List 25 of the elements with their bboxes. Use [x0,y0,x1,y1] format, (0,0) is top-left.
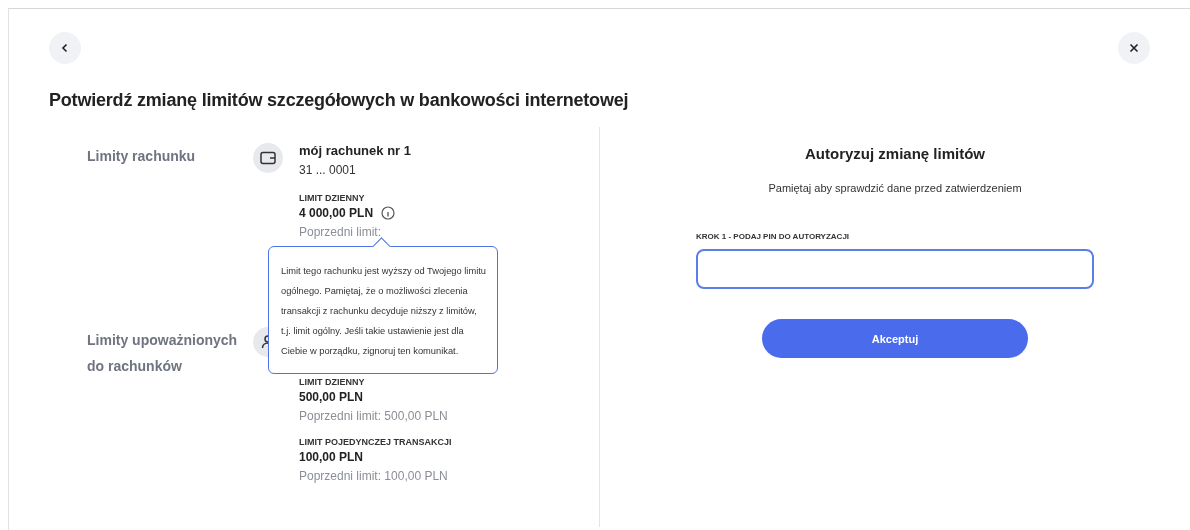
limit-amount: 500,00 PLN [299,390,364,404]
chevron-left-icon [60,43,70,53]
auth-title: Autoryzuj zmianę limitów [805,145,985,162]
limit-name: LIMIT DZIENNY [299,193,366,203]
info-icon[interactable] [381,206,396,220]
previous-limit: Poprzedni limit: [299,225,383,239]
back-button[interactable] [49,32,81,64]
section-label: Limity rachunku [86,147,197,166]
previous-limit: Poprzedni limit: 100,00 PLN [299,469,449,483]
close-button[interactable] [1118,32,1150,64]
limit-amount: 100,00 PLN [299,450,364,464]
previous-limit: Poprzedni limit: 500,00 PLN [299,409,449,423]
account-name: mój rachunek nr 1 [299,143,411,158]
limit-amount: 4 000,00 PLN [299,206,374,220]
section-label: Limity upoważnionych do rachunków [86,331,239,376]
accept-button[interactable]: Akceptuj [762,319,1028,358]
limit-name: LIMIT DZIENNY [299,377,366,387]
field-label: KROK 1 - PODAJ PIN DO AUTORYZACJI [696,232,851,241]
close-icon [1129,43,1139,53]
limit-name: LIMIT POJEDYNCZEJ TRANSAKCJI [299,437,452,447]
wallet-icon [253,143,283,173]
account-number: 31 ... 0001 [299,163,357,177]
page-title: Potwierdź zmianę limitów szczegółowych w bankowości internetowej [49,90,630,111]
pin-field[interactable] [696,249,1094,289]
auth-subtitle: Pamiętaj aby sprawdzić dane przed zatwierdzeniem [768,182,1022,194]
